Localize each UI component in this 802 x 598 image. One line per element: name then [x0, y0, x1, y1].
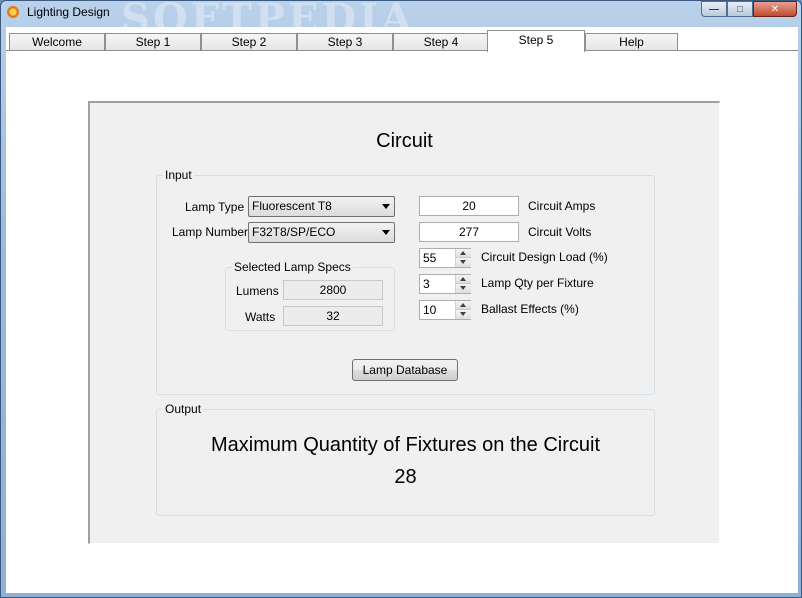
window-controls: — □ ✕ [701, 1, 797, 17]
decrement-icon[interactable] [456, 284, 471, 293]
output-group-label: Output [163, 402, 204, 416]
tab-strip: Welcome Step 1 Step 2 Step 3 Step 4 Step… [9, 30, 795, 52]
tab-step-4[interactable]: Step 4 [393, 33, 489, 51]
increment-icon[interactable] [456, 301, 471, 310]
design-load-stepper[interactable]: 55 [419, 248, 471, 268]
input-group-label: Input [163, 168, 194, 182]
app-window: Lighting Design SOFTPEDIA — □ ✕ Welcome … [0, 0, 802, 598]
tab-step-5[interactable]: Step 5 [487, 30, 585, 52]
watts-value: 32 [283, 306, 383, 326]
circuit-amps-input[interactable]: 20 [419, 196, 519, 216]
chevron-down-icon [382, 230, 390, 235]
client-area: Welcome Step 1 Step 2 Step 3 Step 4 Step… [6, 27, 798, 593]
lamp-number-dropdown[interactable]: F32T8/SP/ECO [248, 222, 395, 243]
design-load-label: Circuit Design Load (%) [481, 250, 608, 264]
lamp-specs-group-label: Selected Lamp Specs [232, 260, 353, 274]
lamp-specs-group: Selected Lamp Specs Lumens 2800 Watts 32 [225, 261, 395, 331]
lamp-database-button[interactable]: Lamp Database [352, 359, 458, 381]
decrement-icon[interactable] [456, 310, 471, 319]
tab-step-1[interactable]: Step 1 [105, 33, 201, 51]
lamp-number-label: Lamp Number [172, 225, 249, 239]
ballast-effects-label: Ballast Effects (%) [481, 302, 579, 316]
maximize-button[interactable]: □ [727, 1, 753, 17]
circuit-amps-label: Circuit Amps [528, 199, 596, 213]
lamp-number-value: F32T8/SP/ECO [252, 225, 336, 239]
ballast-effects-value: 10 [423, 303, 437, 317]
tab-step-2[interactable]: Step 2 [201, 33, 297, 51]
close-button[interactable]: ✕ [753, 1, 797, 17]
lamp-qty-value: 3 [423, 277, 430, 291]
ballast-effects-stepper-buttons [455, 301, 471, 319]
lightbulb-icon [6, 5, 20, 19]
circuit-title: Circuit [376, 130, 433, 152]
circuit-volts-input[interactable]: 277 [419, 222, 519, 242]
lamp-type-dropdown[interactable]: Fluorescent T8 [248, 196, 395, 217]
output-fixture-count: 28 [394, 466, 417, 488]
circuit-panel: Circuit Input Lamp Type Fluorescent T8 L… [88, 101, 720, 544]
output-group: Output Maximum Quantity of Fixtures on t… [156, 403, 655, 516]
window-title: Lighting Design [27, 5, 110, 19]
tab-step-3[interactable]: Step 3 [297, 33, 393, 51]
lamp-type-value: Fluorescent T8 [252, 199, 332, 213]
tab-welcome[interactable]: Welcome [9, 33, 105, 51]
lamp-qty-label: Lamp Qty per Fixture [481, 276, 594, 290]
input-group: Input Lamp Type Fluorescent T8 Lamp Numb… [156, 169, 655, 395]
ballast-effects-stepper[interactable]: 10 [419, 300, 471, 320]
design-load-value: 55 [423, 251, 437, 265]
decrement-icon[interactable] [456, 258, 471, 267]
lamp-qty-stepper-buttons [455, 275, 471, 293]
circuit-volts-label: Circuit Volts [528, 225, 592, 239]
minimize-button[interactable]: — [701, 1, 727, 17]
title-bar[interactable]: Lighting Design SOFTPEDIA — □ ✕ [1, 0, 801, 42]
output-heading: Maximum Quantity of Fixtures on the Circ… [210, 434, 600, 456]
design-load-stepper-buttons [455, 249, 471, 267]
tab-help[interactable]: Help [585, 33, 678, 51]
chevron-down-icon [382, 204, 390, 209]
tab-divider [6, 50, 798, 51]
lumens-value: 2800 [283, 280, 383, 300]
increment-icon[interactable] [456, 275, 471, 284]
lumens-label: Lumens [236, 284, 279, 298]
lamp-qty-stepper[interactable]: 3 [419, 274, 471, 294]
increment-icon[interactable] [456, 249, 471, 258]
lamp-type-label: Lamp Type [185, 200, 245, 214]
watts-label: Watts [245, 310, 276, 324]
